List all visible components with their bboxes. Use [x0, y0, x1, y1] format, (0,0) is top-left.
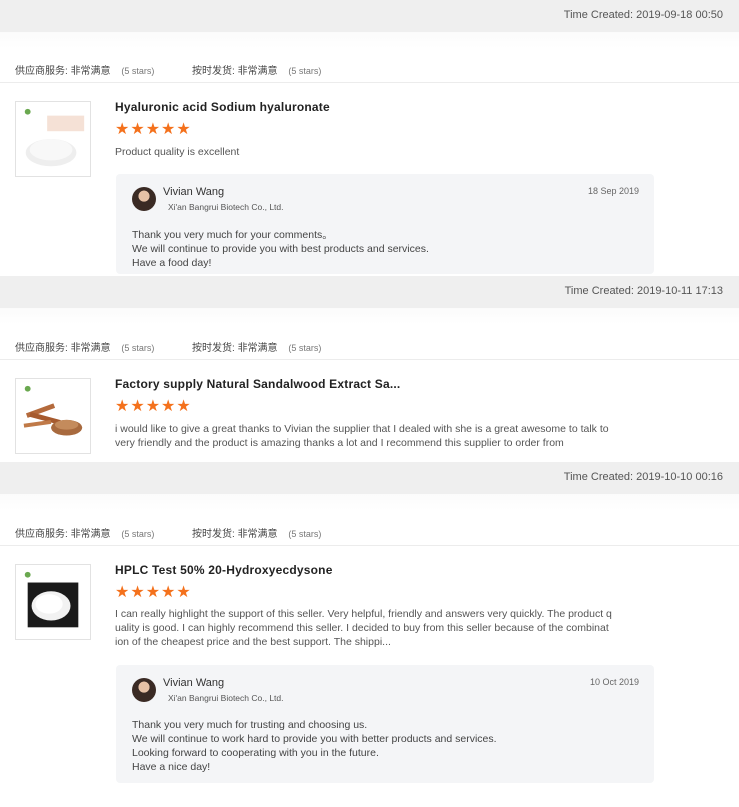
powder-image	[16, 565, 90, 639]
rating-value: 非常满意	[70, 343, 111, 354]
time-created: Time Created: 2019-10-11 17:13	[564, 285, 723, 297]
rating-stars-note: (5 stars)	[288, 66, 322, 76]
seller-reply: Vivian Wang Xi'an Bangrui Biotech Co., L…	[116, 174, 654, 274]
ratings-row: 供应商服务: 非常满意 (5 stars) 按时发货: 非常满意 (5 star…	[0, 332, 739, 360]
reply-company: Xi'an Bangrui Biotech Co., Ltd.	[168, 693, 284, 703]
reply-line: Have a food day!	[132, 257, 212, 269]
product-title[interactable]: Factory supply Natural Sandalwood Extrac…	[115, 377, 400, 391]
review-text: Product quality is excellent	[115, 145, 625, 159]
review-header-band: Time Created: 2019-09-18 00:50	[0, 0, 739, 32]
star-rating: ★★★★★	[115, 398, 192, 415]
ratings-row: 供应商服务: 非常满意 (5 stars) 按时发货: 非常满意 (5 star…	[0, 55, 739, 83]
avatar	[132, 678, 156, 702]
reply-line: We will continue to provide you with bes…	[132, 243, 429, 255]
powder-image	[16, 102, 90, 176]
rating-stars-note: (5 stars)	[288, 529, 322, 539]
rating-stars-note: (5 stars)	[288, 343, 322, 353]
reply-body: Thank you very much for your comments。 W…	[132, 228, 429, 270]
review-text: i would like to give a great thanks to V…	[115, 422, 635, 450]
rating-value: 非常满意	[70, 529, 111, 540]
review-line: i would like to give a great thanks to V…	[115, 423, 609, 435]
product-thumbnail[interactable]	[15, 378, 91, 454]
time-created: Time Created: 2019-10-10 00:16	[563, 471, 723, 483]
product-thumbnail[interactable]	[15, 564, 91, 640]
divider	[0, 308, 739, 324]
review-text: I can really highlight the support of th…	[115, 607, 625, 649]
reply-line: Looking forward to cooperating with you …	[132, 747, 379, 759]
rating-stars-note: (5 stars)	[121, 66, 155, 76]
reply-line: Thank you very much for your comments。	[132, 229, 333, 241]
product-thumbnail[interactable]	[15, 101, 91, 177]
reply-author-name: Vivian Wang	[163, 677, 225, 689]
supplier-service-rating: 供应商服务: 非常满意 (5 stars)	[15, 62, 154, 77]
divider	[0, 32, 739, 48]
star-rating: ★★★★★	[115, 121, 192, 138]
review-header-band: Time Created: 2019-10-10 00:16	[0, 462, 739, 494]
reply-line: We will continue to work hard to provide…	[132, 733, 497, 745]
on-time-delivery-rating: 按时发货: 非常满意 (5 stars)	[192, 525, 321, 540]
ratings-row: 供应商服务: 非常满意 (5 stars) 按时发货: 非常满意 (5 star…	[0, 518, 739, 546]
supplier-service-rating: 供应商服务: 非常满意 (5 stars)	[15, 339, 154, 354]
reply-date: 18 Sep 2019	[587, 186, 639, 196]
rating-label: 供应商服务:	[15, 529, 68, 540]
rating-value: 非常满意	[70, 66, 111, 77]
reply-date: 10 Oct 2019	[589, 677, 639, 687]
on-time-delivery-rating: 按时发货: 非常满意 (5 stars)	[192, 339, 321, 354]
reply-line: Have a nice day!	[132, 761, 211, 773]
rating-label: 按时发货:	[192, 343, 235, 354]
sandalwood-image	[16, 379, 90, 453]
time-created: Time Created: 2019-09-18 00:50	[563, 9, 723, 21]
reply-company: Xi'an Bangrui Biotech Co., Ltd.	[168, 202, 284, 212]
review-line: I can really highlight the support of th…	[115, 608, 612, 620]
rating-label: 供应商服务:	[15, 343, 68, 354]
star-rating: ★★★★★	[115, 584, 192, 601]
rating-stars-note: (5 stars)	[121, 343, 155, 353]
review-line: Product quality is excellent	[115, 146, 240, 158]
reply-body: Thank you very much for trusting and cho…	[132, 718, 497, 774]
reply-line: Thank you very much for trusting and cho…	[132, 719, 368, 731]
divider	[0, 494, 739, 510]
rating-label: 按时发货:	[192, 66, 235, 77]
review-line: uality is good. I can highly recommend t…	[115, 622, 609, 634]
product-title[interactable]: HPLC Test 50% 20-Hydroxyecdysone	[115, 563, 333, 577]
rating-value: 非常满意	[237, 343, 278, 354]
rating-value: 非常满意	[237, 529, 278, 540]
review-line: very friendly and the product is amazing…	[115, 437, 564, 449]
seller-reply: Vivian Wang Xi'an Bangrui Biotech Co., L…	[116, 665, 654, 783]
review-line: ion of the cheapest price and the best s…	[115, 636, 391, 648]
rating-stars-note: (5 stars)	[121, 529, 155, 539]
rating-label: 按时发货:	[192, 529, 235, 540]
product-title[interactable]: Hyaluronic acid Sodium hyaluronate	[115, 100, 330, 114]
rating-value: 非常满意	[237, 66, 278, 77]
rating-label: 供应商服务:	[15, 66, 68, 77]
on-time-delivery-rating: 按时发货: 非常满意 (5 stars)	[192, 62, 321, 77]
supplier-service-rating: 供应商服务: 非常满意 (5 stars)	[15, 525, 154, 540]
review-header-band: Time Created: 2019-10-11 17:13	[0, 276, 739, 308]
avatar	[132, 187, 156, 211]
reply-author-name: Vivian Wang	[163, 186, 225, 198]
